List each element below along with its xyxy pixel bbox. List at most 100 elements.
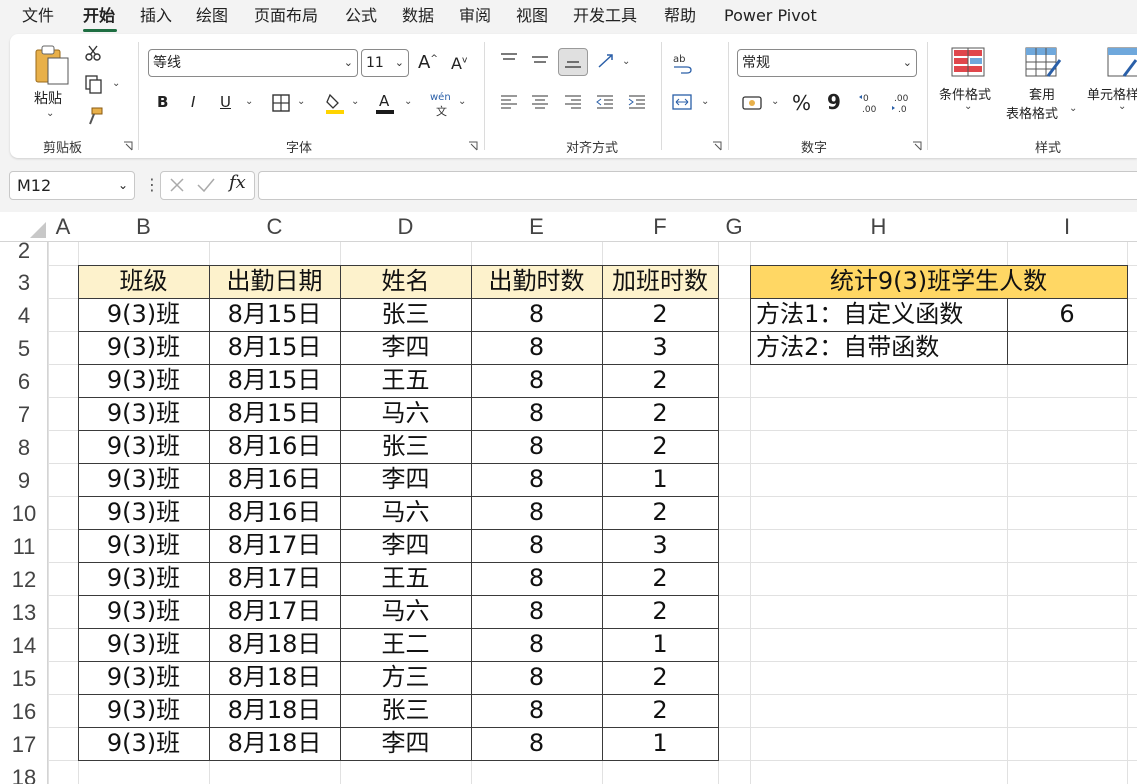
percent-style-button[interactable]: % — [792, 91, 811, 115]
row-header-16[interactable]: 16 — [0, 694, 48, 727]
table-cell[interactable]: 3 — [602, 331, 718, 364]
table-cell[interactable]: 8 — [471, 562, 602, 595]
table-cell[interactable]: 8月15日 — [209, 331, 340, 364]
table-cell[interactable]: 8月17日 — [209, 562, 340, 595]
phonetic-guide-icon[interactable]: wén — [430, 92, 451, 103]
conditional-formatting-chevron-down-icon[interactable]: ⌄ — [964, 101, 972, 112]
table-cell[interactable]: 张三 — [340, 430, 471, 463]
table-cell[interactable]: 9(3)班 — [78, 661, 209, 694]
font-color-chevron-down-icon[interactable]: ⌄ — [404, 96, 412, 107]
paste-icon[interactable] — [34, 44, 70, 86]
format-as-table-label-2[interactable]: 表格格式 — [1006, 103, 1058, 122]
align-center-icon[interactable] — [530, 94, 550, 110]
table-cell[interactable]: 9(3)班 — [78, 694, 209, 727]
number-format-select[interactable]: 常规 ⌄ — [737, 49, 917, 77]
table-cell[interactable]: 马六 — [340, 397, 471, 430]
table-cell[interactable]: 8月18日 — [209, 727, 340, 760]
tab-data[interactable]: 数据 — [402, 6, 434, 26]
borders-icon[interactable] — [271, 93, 291, 113]
font-name-select[interactable]: 等线 ⌄ — [148, 49, 358, 77]
column-header-g[interactable]: G — [718, 212, 750, 242]
column-header-f[interactable]: F — [602, 212, 718, 242]
table-cell[interactable]: 李四 — [340, 331, 471, 364]
table-cell[interactable]: 8 — [471, 529, 602, 562]
orientation-icon[interactable] — [596, 52, 618, 70]
row-header-13[interactable]: 13 — [0, 595, 48, 628]
table-cell[interactable]: 8 — [471, 694, 602, 727]
cell-styles-chevron-down-icon[interactable]: ⌄ — [1118, 101, 1126, 112]
table-header-cell[interactable]: 加班时数 — [602, 265, 718, 298]
table-cell[interactable]: 2 — [602, 364, 718, 397]
table-cell[interactable]: 8月17日 — [209, 529, 340, 562]
tab-file[interactable]: 文件 — [22, 6, 54, 26]
format-painter-icon[interactable] — [84, 106, 104, 126]
table-cell[interactable]: 2 — [602, 595, 718, 628]
row-header-5[interactable]: 5 — [0, 331, 48, 364]
phonetic-glyph[interactable]: 文 — [436, 103, 447, 119]
tab-help[interactable]: 帮助 — [664, 6, 696, 26]
table-cell[interactable]: 1 — [602, 628, 718, 661]
table-cell[interactable]: 8月18日 — [209, 694, 340, 727]
paste-chevron-down-icon[interactable]: ⌄ — [46, 108, 54, 119]
align-left-icon[interactable] — [499, 94, 519, 110]
table-cell[interactable]: 9(3)班 — [78, 430, 209, 463]
increase-decimal-icon[interactable]: 0 .00 — [858, 91, 882, 115]
table-cell[interactable]: 2 — [602, 397, 718, 430]
paste-button-label[interactable]: 粘贴 — [34, 88, 62, 108]
enter-check-icon[interactable] — [196, 176, 216, 194]
row-header-8[interactable]: 8 — [0, 430, 48, 463]
table-cell[interactable]: 2 — [602, 562, 718, 595]
orientation-chevron-down-icon[interactable]: ⌄ — [622, 56, 630, 67]
accounting-chevron-down-icon[interactable]: ⌄ — [771, 96, 779, 107]
table-cell[interactable]: 9(3)班 — [78, 595, 209, 628]
copy-chevron-down-icon[interactable]: ⌄ — [112, 78, 120, 89]
format-as-table-chevron-down-icon[interactable]: ⌄ — [1069, 103, 1077, 114]
table-cell[interactable]: 8月16日 — [209, 496, 340, 529]
table-cell[interactable]: 王五 — [340, 562, 471, 595]
row-header-15[interactable]: 15 — [0, 661, 48, 694]
more-options-icon[interactable]: ⋮ — [144, 175, 160, 194]
table-cell[interactable]: 张三 — [340, 298, 471, 331]
table-cell[interactable]: 9(3)班 — [78, 562, 209, 595]
row-header-11[interactable]: 11 — [0, 529, 48, 562]
tab-developer[interactable]: 开发工具 — [573, 6, 637, 26]
table-cell[interactable]: 马六 — [340, 496, 471, 529]
table-cell[interactable]: 8月15日 — [209, 298, 340, 331]
font-size-select[interactable]: 11 ⌄ — [361, 49, 409, 77]
column-header-d[interactable]: D — [340, 212, 471, 242]
method2-label[interactable]: 方法2：自带函数 — [750, 331, 1007, 364]
font-dialog-launcher-icon[interactable] — [468, 141, 478, 151]
table-cell[interactable]: 9(3)班 — [78, 298, 209, 331]
table-cell[interactable]: 9(3)班 — [78, 397, 209, 430]
decrease-font-size-icon[interactable]: Av — [451, 54, 467, 73]
number-dialog-launcher-icon[interactable] — [912, 141, 922, 151]
column-header-e[interactable]: E — [471, 212, 602, 242]
select-all-icon[interactable] — [30, 220, 46, 238]
column-header-c[interactable]: C — [209, 212, 340, 242]
column-header-h[interactable]: H — [750, 212, 1007, 242]
format-as-table-icon[interactable] — [1024, 46, 1062, 80]
tab-page-layout[interactable]: 页面布局 — [254, 6, 318, 26]
table-cell[interactable]: 李四 — [340, 463, 471, 496]
table-cell[interactable]: 王五 — [340, 364, 471, 397]
table-cell[interactable]: 8月15日 — [209, 397, 340, 430]
tab-formulas[interactable]: 公式 — [345, 6, 377, 26]
decrease-decimal-icon[interactable]: .00 .0 — [890, 91, 914, 115]
phonetic-chevron-down-icon[interactable]: ⌄ — [458, 96, 466, 107]
table-cell[interactable]: 9(3)班 — [78, 727, 209, 760]
cell-styles-icon[interactable] — [1106, 46, 1137, 80]
table-cell[interactable]: 9(3)班 — [78, 331, 209, 364]
row-header-3[interactable]: 3 — [0, 265, 48, 298]
table-cell[interactable]: 8月17日 — [209, 595, 340, 628]
table-cell[interactable]: 8 — [471, 430, 602, 463]
row-header-17[interactable]: 17 — [0, 727, 48, 760]
borders-chevron-down-icon[interactable]: ⌄ — [297, 96, 305, 107]
table-cell[interactable]: 王二 — [340, 628, 471, 661]
table-cell[interactable]: 3 — [602, 529, 718, 562]
align-middle-icon[interactable] — [530, 52, 550, 68]
cancel-icon[interactable] — [168, 176, 186, 194]
tab-view[interactable]: 视图 — [516, 6, 548, 26]
table-cell[interactable]: 8月18日 — [209, 628, 340, 661]
cell-styles-label[interactable]: 单元格样 — [1087, 84, 1137, 103]
table-header-cell[interactable]: 班级 — [78, 265, 209, 298]
